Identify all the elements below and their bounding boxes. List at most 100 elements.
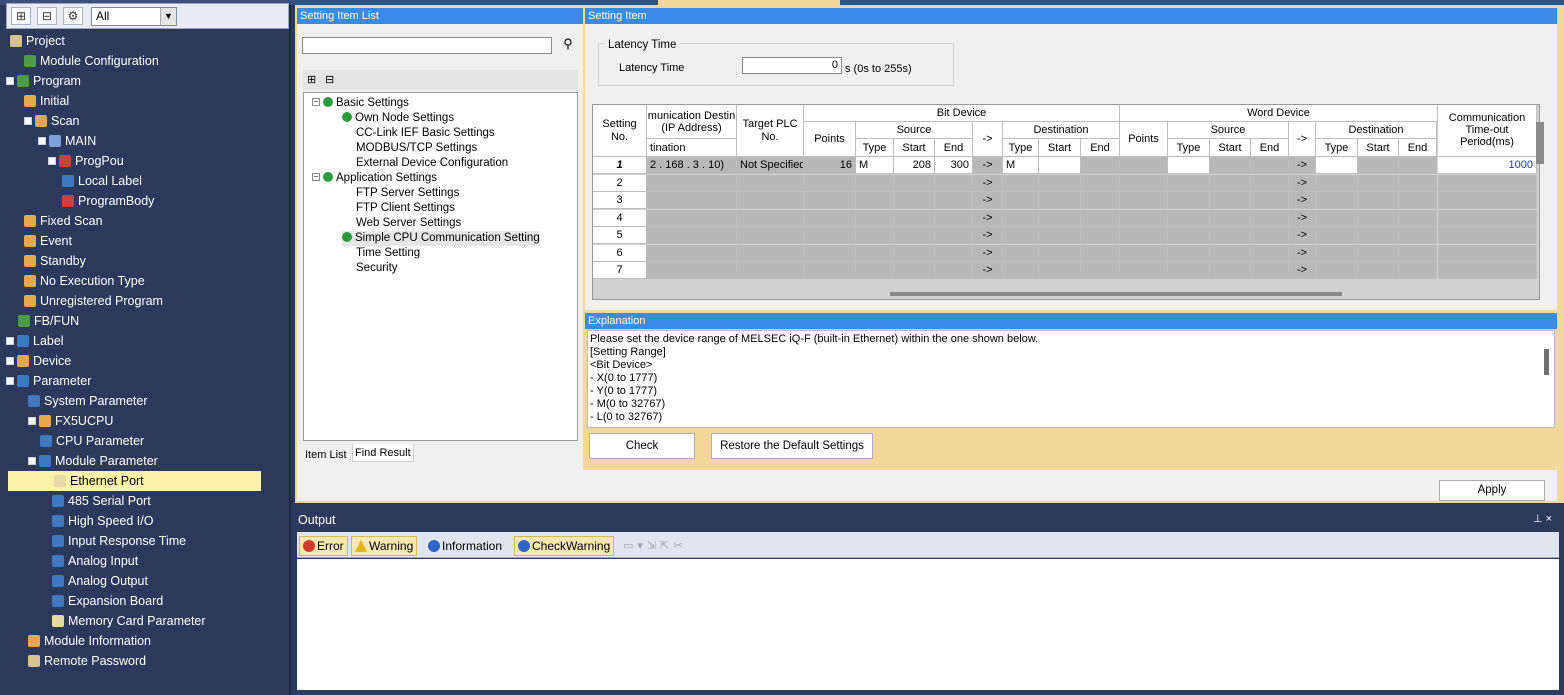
tree-node-input-response-time[interactable]: Input Response Time <box>52 531 186 551</box>
restore-defaults-button[interactable]: Restore the Default Settings <box>711 433 873 459</box>
cell-word-points[interactable] <box>1120 227 1168 244</box>
cell-ip-address[interactable] <box>647 244 737 262</box>
information-filter-button[interactable]: Information <box>424 536 506 556</box>
cell-bit-points[interactable] <box>804 244 856 262</box>
cell-word-src-end[interactable] <box>1251 227 1289 244</box>
cell-word-dst-end[interactable] <box>1399 157 1437 174</box>
setting-node-time-setting[interactable]: Time Setting <box>356 246 420 261</box>
cell-word-points[interactable] <box>1120 262 1168 279</box>
cell-bit-dst-type[interactable] <box>1003 174 1039 192</box>
tree-node-module-information[interactable]: Module Information <box>28 631 151 651</box>
setting-node-cc-link-ief-basic-settings[interactable]: CC-Link IEF Basic Settings <box>356 126 495 141</box>
cell-bit-dst-end[interactable] <box>1081 209 1120 227</box>
cell-word-points[interactable] <box>1120 157 1168 174</box>
tree-node-analog-input[interactable]: Analog Input <box>52 551 138 571</box>
expander-icon[interactable] <box>24 116 32 125</box>
setting-node-own-node-settings[interactable]: Own Node Settings <box>342 111 454 126</box>
tree-node-project[interactable]: Project <box>10 31 65 51</box>
checkwarning-filter-button[interactable]: CheckWarning <box>514 536 615 556</box>
cell-ip-address[interactable] <box>647 262 737 279</box>
tree-node-fixed-scan[interactable]: Fixed Scan <box>24 211 103 231</box>
error-filter-button[interactable]: Error <box>299 536 348 556</box>
cell-word-dst-type[interactable] <box>1316 174 1358 192</box>
cell-bit-dst-start[interactable] <box>1039 244 1081 262</box>
tree-node-analog-output[interactable]: Analog Output <box>52 571 148 591</box>
cell-timeout[interactable] <box>1438 227 1537 244</box>
cell-bit-dst-end[interactable] <box>1081 192 1120 209</box>
expander-icon[interactable] <box>28 456 36 465</box>
cell-word-dst-end[interactable] <box>1399 174 1437 192</box>
tree-node-progpou[interactable]: ProgPou <box>48 151 124 171</box>
tree-node-initial[interactable]: Initial <box>24 91 69 111</box>
cell-word-src-type[interactable] <box>1168 209 1210 227</box>
cell-word-dst-type[interactable] <box>1316 209 1358 227</box>
cell-target-plc[interactable] <box>737 244 804 262</box>
cell-bit-dst-end[interactable] <box>1081 157 1120 174</box>
cell-word-src-type[interactable] <box>1168 227 1210 244</box>
latency-time-input[interactable]: 0 <box>742 57 842 74</box>
cell-bit-dst-start[interactable] <box>1039 209 1081 227</box>
cell-bit-points[interactable] <box>804 192 856 209</box>
cell-word-src-start[interactable] <box>1210 227 1251 244</box>
cell-word-src-end[interactable] <box>1251 157 1289 174</box>
collapse-node-icon[interactable]: − <box>312 172 320 181</box>
setting-node-ftp-client-settings[interactable]: FTP Client Settings <box>356 201 455 216</box>
cell-bit-points[interactable] <box>804 262 856 279</box>
binoculars-icon[interactable]: ⚲ <box>558 35 578 53</box>
cell-word-points[interactable] <box>1120 174 1168 192</box>
output-toolbar-extra-icons[interactable]: ▭▾⇲⇱✂ <box>623 539 703 553</box>
cell-timeout[interactable] <box>1438 174 1537 192</box>
cell-bit-dst-type[interactable] <box>1003 209 1039 227</box>
cell-timeout[interactable] <box>1438 262 1537 279</box>
cell-ip-address[interactable] <box>647 227 737 244</box>
tree-node-485-serial-port[interactable]: 485 Serial Port <box>52 491 151 511</box>
cell-word-dst-start[interactable] <box>1358 209 1399 227</box>
cell-word-dst-end[interactable] <box>1399 209 1437 227</box>
setting-node-simple-cpu-communication-setting[interactable]: Simple CPU Communication Setting <box>342 231 540 246</box>
tree-node-high-speed-i-o[interactable]: High Speed I/O <box>52 511 153 531</box>
cell-bit-dst-type[interactable] <box>1003 244 1039 262</box>
cell-word-points[interactable] <box>1120 192 1168 209</box>
cell-bit-dst-start[interactable] <box>1039 174 1081 192</box>
cell-bit-src-end[interactable] <box>935 174 973 192</box>
expander-icon[interactable] <box>28 416 36 425</box>
tree-node-module-parameter[interactable]: Module Parameter <box>28 451 158 471</box>
cell-word-src-type[interactable] <box>1168 262 1210 279</box>
setting-node-web-server-settings[interactable]: Web Server Settings <box>356 216 461 231</box>
cell-bit-src-start[interactable] <box>894 262 935 279</box>
tab-find-result[interactable]: Find Result <box>352 444 414 462</box>
cell-word-dst-end[interactable] <box>1399 227 1437 244</box>
setting-search-input[interactable] <box>302 37 552 54</box>
cell-bit-dst-start[interactable] <box>1039 157 1081 174</box>
tree-node-fb-fun[interactable]: FB/FUN <box>18 311 79 331</box>
tree-node-program[interactable]: Program <box>6 71 81 91</box>
cell-bit-src-start[interactable]: 208 <box>894 157 935 174</box>
cell-word-src-type[interactable] <box>1168 157 1210 174</box>
cell-timeout[interactable] <box>1438 209 1537 227</box>
cell-ip-address[interactable] <box>647 209 737 227</box>
tree-node-main[interactable]: MAIN <box>38 131 96 151</box>
tree-node-programbody[interactable]: ProgramBody <box>62 191 154 211</box>
cell-target-plc[interactable] <box>737 262 804 279</box>
expander-icon[interactable] <box>6 356 14 365</box>
expander-icon[interactable] <box>38 136 46 145</box>
cell-word-src-end[interactable] <box>1251 209 1289 227</box>
tree-node-expansion-board[interactable]: Expansion Board <box>52 591 163 611</box>
tree-node-remote-password[interactable]: Remote Password <box>28 651 146 671</box>
tree-node-ethernet-port[interactable]: Ethernet Port <box>8 471 261 491</box>
cell-bit-dst-type[interactable] <box>1003 192 1039 209</box>
setting-node-basic-settings[interactable]: − Basic Settings <box>312 96 409 111</box>
cell-word-dst-end[interactable] <box>1399 244 1437 262</box>
cell-word-src-type[interactable] <box>1168 174 1210 192</box>
cell-bit-src-end[interactable]: 300 <box>935 157 973 174</box>
view-filter-select[interactable]: All ▼ <box>91 7 177 26</box>
tree-node-parameter[interactable]: Parameter <box>6 371 91 391</box>
cell-bit-dst-end[interactable] <box>1081 227 1120 244</box>
cell-word-points[interactable] <box>1120 244 1168 262</box>
cell-word-src-start[interactable] <box>1210 174 1251 192</box>
warning-filter-button[interactable]: Warning <box>351 536 418 556</box>
setting-node-ftp-server-settings[interactable]: FTP Server Settings <box>356 186 459 201</box>
cell-ip-address[interactable] <box>647 174 737 192</box>
expander-icon[interactable] <box>6 376 14 385</box>
cell-bit-dst-type[interactable] <box>1003 227 1039 244</box>
